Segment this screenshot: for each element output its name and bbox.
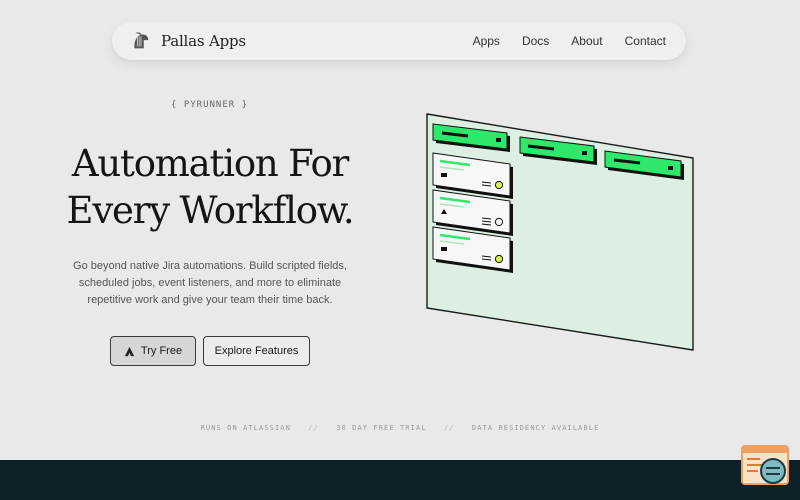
try-free-button[interactable]: Try Free bbox=[110, 336, 196, 366]
atlassian-icon bbox=[124, 346, 135, 356]
top-navbar: Pallas Apps Apps Docs About Contact bbox=[112, 22, 686, 60]
product-eyebrow: { PYRUNNER } bbox=[171, 100, 249, 110]
trust-item-trial: 30 DAY FREE TRIAL bbox=[336, 424, 427, 432]
isometric-kanban-board-illustration bbox=[426, 113, 694, 351]
trust-separator: // bbox=[443, 424, 455, 432]
hero-title-line-1: Automation For bbox=[71, 142, 349, 185]
nav-links: Apps Docs About Contact bbox=[473, 34, 666, 48]
code-chat-widget-icon[interactable] bbox=[740, 444, 790, 488]
greek-helmet-icon bbox=[134, 32, 149, 49]
footer-band bbox=[0, 460, 800, 500]
trust-separator: // bbox=[308, 424, 319, 432]
hero-description: Go beyond native Jira automations. Build… bbox=[73, 260, 347, 306]
try-free-label: Try Free bbox=[140, 345, 183, 357]
explore-features-button[interactable]: Explore Features bbox=[203, 336, 310, 366]
hero-title: Automation For Every Workflow. bbox=[40, 140, 380, 234]
brand-name: Pallas Apps bbox=[161, 32, 246, 50]
nav-link-docs[interactable]: Docs bbox=[522, 34, 549, 48]
nav-link-apps[interactable]: Apps bbox=[473, 34, 500, 48]
trust-item-atlassian: RUNS ON ATLASSIAN bbox=[200, 424, 291, 432]
nav-link-about[interactable]: About bbox=[571, 34, 602, 48]
nav-link-contact[interactable]: Contact bbox=[625, 34, 666, 48]
trust-strip: RUNS ON ATLASSIAN // 30 DAY FREE TRIAL /… bbox=[0, 424, 800, 432]
brand-link[interactable]: Pallas Apps bbox=[130, 30, 246, 52]
trust-item-residency: DATA RESIDENCY AVAILABLE bbox=[471, 424, 600, 432]
hero-title-line-2: Every Workflow. bbox=[66, 189, 355, 232]
